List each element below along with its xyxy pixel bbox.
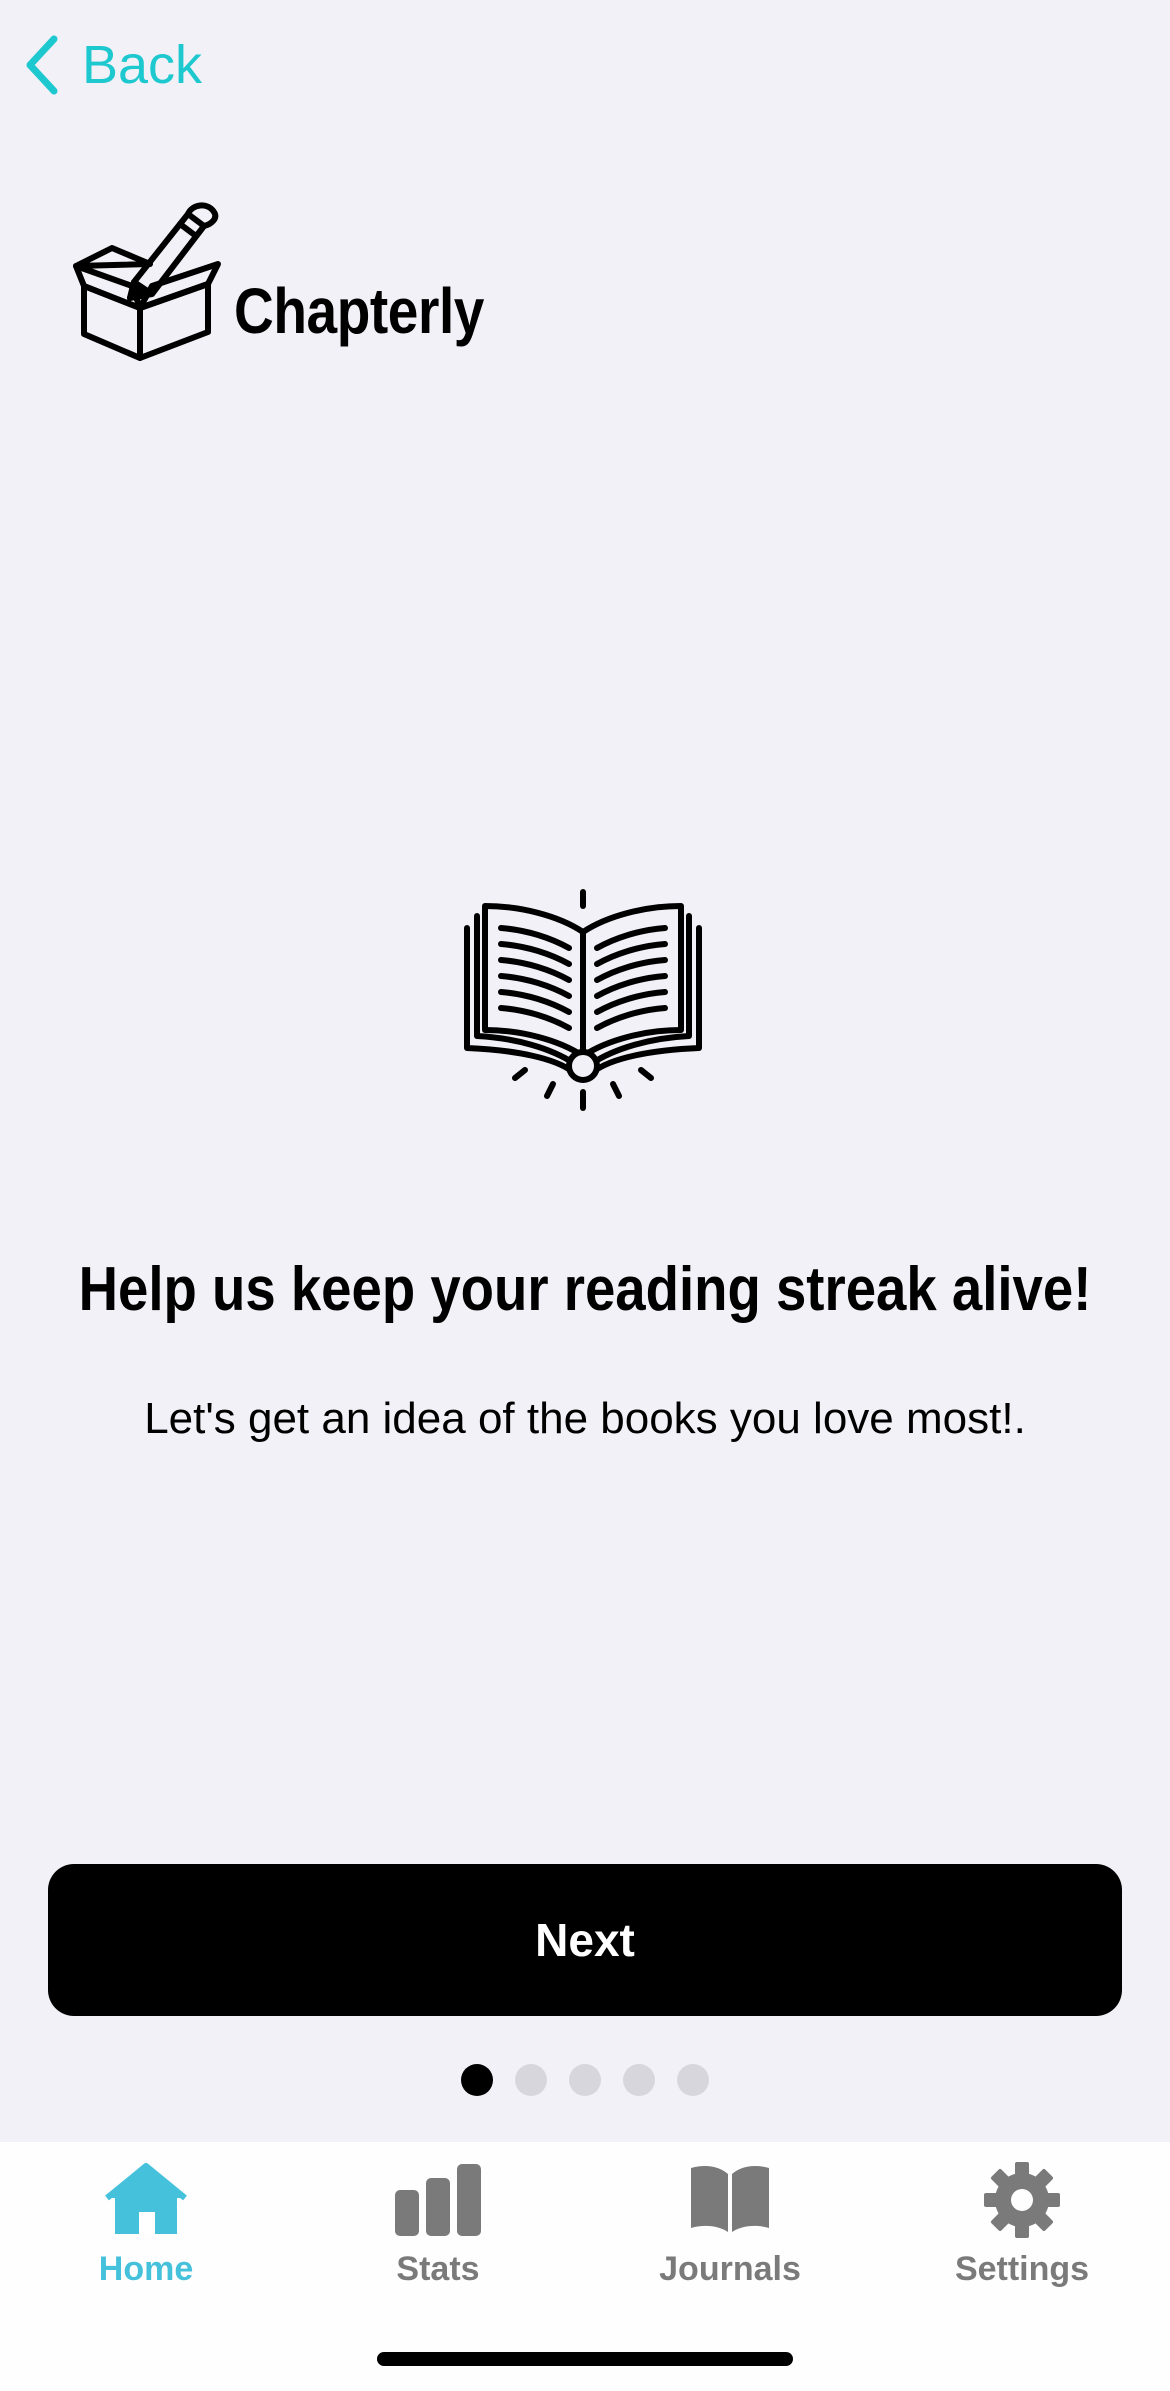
tab-settings-label: Settings bbox=[954, 2250, 1090, 2288]
stats-icon bbox=[395, 2164, 481, 2236]
tab-stats-label: Stats bbox=[396, 2250, 480, 2288]
page-dot-3[interactable] bbox=[569, 2064, 601, 2096]
onboarding-headline: Help us keep your reading streak alive! bbox=[78, 1255, 1092, 1324]
gear-icon bbox=[984, 2162, 1060, 2238]
home-indicator[interactable] bbox=[377, 2352, 793, 2366]
tab-journals[interactable]: Journals bbox=[630, 2162, 830, 2289]
page-dot-2[interactable] bbox=[515, 2064, 547, 2096]
app-name: Chapterly bbox=[234, 274, 484, 347]
tab-journals-label: Journals bbox=[659, 2250, 801, 2288]
page-indicator bbox=[0, 2064, 1170, 2096]
app-logo: Chapterly bbox=[72, 198, 525, 363]
back-button[interactable]: Back bbox=[24, 30, 202, 100]
page-dot-4[interactable] bbox=[623, 2064, 655, 2096]
home-icon bbox=[105, 2163, 187, 2234]
page-dot-1[interactable] bbox=[461, 2064, 493, 2096]
open-book-icon bbox=[464, 889, 702, 1111]
tab-home-label: Home bbox=[98, 2250, 194, 2288]
chevron-left-icon bbox=[26, 35, 58, 95]
box-pen-logo-icon bbox=[73, 202, 221, 361]
tab-home[interactable]: Home bbox=[46, 2162, 246, 2289]
page-dot-5[interactable] bbox=[677, 2064, 709, 2096]
onboarding-subline: Let's get an idea of the books you love … bbox=[144, 1394, 1026, 1443]
tab-stats[interactable]: Stats bbox=[338, 2162, 538, 2289]
next-button[interactable]: Next bbox=[48, 1864, 1122, 2016]
journal-book-icon bbox=[691, 2166, 769, 2232]
back-label: Back bbox=[82, 35, 203, 95]
onboarding-screen: Back Chapterly Help us keep your reading… bbox=[0, 0, 1170, 2391]
next-button-label: Next bbox=[535, 1914, 635, 1966]
tab-settings[interactable]: Settings bbox=[922, 2162, 1122, 2289]
